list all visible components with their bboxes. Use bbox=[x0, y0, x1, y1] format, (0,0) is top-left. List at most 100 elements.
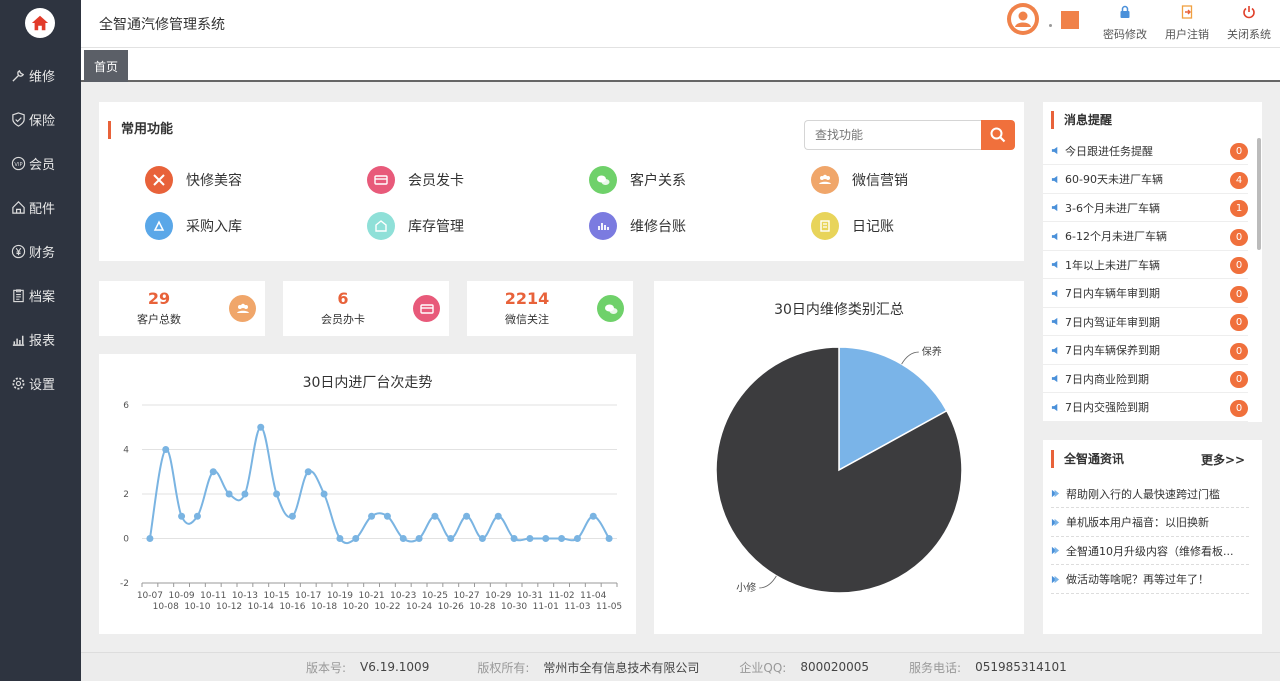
news-item[interactable]: 帮助刚入行的人最快速跨过门槛 bbox=[1051, 480, 1249, 508]
stat-card-wechat-followers[interactable]: 2214 微信关注 bbox=[467, 281, 633, 336]
func-inventory[interactable]: 库存管理 bbox=[367, 212, 464, 240]
data-point[interactable] bbox=[415, 535, 423, 542]
arrow-icon bbox=[1051, 546, 1060, 555]
sidebar-item-settings[interactable]: 设置 bbox=[0, 368, 81, 398]
sidebar-item-parts[interactable]: 配件 bbox=[0, 192, 81, 222]
sidebar-item-label: 报表 bbox=[29, 333, 56, 349]
tab-home[interactable]: 首页 bbox=[84, 50, 128, 82]
message-item[interactable]: 7日内商业险到期 0 bbox=[1043, 365, 1248, 393]
news-item[interactable]: 单机版本用户福音：以旧换新 bbox=[1051, 509, 1249, 537]
sidebar-item-finance[interactable]: 财务 bbox=[0, 236, 81, 266]
data-point[interactable] bbox=[494, 512, 502, 520]
message-item[interactable]: 1年以上未进厂车辆 0 bbox=[1043, 251, 1248, 279]
message-item[interactable]: 6-12个月未进厂车辆 0 bbox=[1043, 223, 1248, 251]
y-tick-label: 0 bbox=[123, 535, 129, 545]
inventory-icon bbox=[367, 212, 395, 240]
close-system-button[interactable]: 关闭系统 bbox=[1219, 2, 1279, 46]
data-point[interactable] bbox=[146, 535, 154, 542]
message-count-badge: 1 bbox=[1230, 200, 1248, 217]
sidebar-item-label: 会员 bbox=[29, 157, 56, 173]
news-title-text: 全智通10月升级内容（维修看板... bbox=[1066, 544, 1234, 558]
data-point[interactable] bbox=[478, 535, 486, 542]
data-point[interactable] bbox=[209, 468, 217, 476]
change-password-label: 密码修改 bbox=[1103, 28, 1147, 41]
func-wechat-marketing[interactable]: 微信营销 bbox=[811, 166, 908, 194]
stat-value: 2214 bbox=[504, 289, 550, 308]
data-point[interactable] bbox=[273, 490, 281, 498]
func-quick-repair[interactable]: 快修美容 bbox=[145, 166, 242, 194]
logout-button[interactable]: 用户注销 bbox=[1157, 2, 1217, 46]
x-tick-label: 10-28 bbox=[469, 602, 495, 612]
message-label: 3-6个月未进厂车辆 bbox=[1065, 201, 1160, 215]
data-point[interactable] bbox=[178, 512, 186, 520]
speaker-icon bbox=[1051, 289, 1060, 298]
sidebar-item-label: 保险 bbox=[29, 113, 56, 129]
x-tick-label: 11-05 bbox=[596, 602, 622, 612]
data-point[interactable] bbox=[304, 468, 312, 476]
stat-card-member-cards[interactable]: 6 会员办卡 bbox=[283, 281, 449, 336]
message-item[interactable]: 今日跟进任务提醒 0 bbox=[1043, 137, 1248, 165]
data-point[interactable] bbox=[510, 535, 518, 542]
data-point[interactable] bbox=[447, 535, 455, 542]
data-point[interactable] bbox=[257, 423, 265, 431]
message-item[interactable]: 3-6个月未进厂车辆 1 bbox=[1043, 194, 1248, 222]
func-purchase-inbound[interactable]: 采购入库 bbox=[145, 212, 242, 240]
data-point[interactable] bbox=[605, 535, 613, 542]
data-point[interactable] bbox=[431, 512, 439, 520]
function-search-input[interactable] bbox=[804, 120, 982, 150]
func-customer-relation[interactable]: 客户关系 bbox=[589, 166, 686, 194]
data-point[interactable] bbox=[526, 535, 534, 542]
data-point[interactable] bbox=[463, 512, 471, 520]
message-item[interactable]: 7日内车辆保养到期 0 bbox=[1043, 337, 1248, 365]
data-point[interactable] bbox=[558, 535, 566, 542]
data-point[interactable] bbox=[225, 490, 233, 498]
data-point[interactable] bbox=[368, 512, 376, 520]
x-tick-label: 10-17 bbox=[295, 591, 321, 601]
message-item[interactable]: 7日内交强险到期 0 bbox=[1043, 394, 1248, 422]
change-password-button[interactable]: 密码修改 bbox=[1095, 2, 1155, 46]
function-search-button[interactable] bbox=[981, 120, 1015, 150]
data-point[interactable] bbox=[542, 535, 550, 542]
data-point[interactable] bbox=[399, 535, 407, 542]
x-tick-label: 10-29 bbox=[485, 591, 511, 601]
home-button[interactable] bbox=[25, 8, 55, 38]
news-item[interactable]: 做活动等啥呢？再等过年了！ bbox=[1051, 566, 1249, 594]
message-item[interactable]: 60-90天未进厂车辆 4 bbox=[1043, 166, 1248, 194]
x-tick-label: 10-19 bbox=[327, 591, 353, 601]
message-count-badge: 0 bbox=[1230, 399, 1248, 417]
message-label: 60-90天未进厂车辆 bbox=[1065, 173, 1163, 186]
shield-icon bbox=[12, 111, 25, 127]
data-point[interactable] bbox=[589, 512, 597, 520]
message-item[interactable]: 7日内车辆年审到期 0 bbox=[1043, 280, 1248, 308]
func-member-card[interactable]: 会员发卡 bbox=[367, 166, 464, 194]
data-point[interactable] bbox=[288, 512, 296, 520]
sidebar-item-report[interactable]: 报表 bbox=[0, 324, 81, 354]
data-point[interactable] bbox=[573, 535, 581, 542]
stat-card-customers[interactable]: 29 客户总数 bbox=[99, 281, 265, 336]
data-point[interactable] bbox=[162, 446, 170, 453]
data-point[interactable] bbox=[320, 490, 328, 498]
message-item[interactable]: 7日内驾证年审到期 0 bbox=[1043, 308, 1248, 336]
stat-label: 会员办卡 bbox=[321, 313, 365, 326]
func-journal[interactable]: 日记账 bbox=[811, 212, 894, 240]
data-point[interactable] bbox=[241, 490, 249, 498]
data-point[interactable] bbox=[193, 512, 201, 520]
message-count-badge: 0 bbox=[1230, 228, 1248, 246]
sidebar-item-member[interactable]: VIP 会员 bbox=[0, 148, 81, 178]
speaker-icon bbox=[1051, 175, 1060, 184]
sidebar-item-repair[interactable]: 维修 bbox=[0, 60, 81, 90]
user-avatar[interactable] bbox=[1007, 3, 1039, 35]
data-point[interactable] bbox=[336, 535, 344, 542]
x-tick-label: 10-23 bbox=[390, 591, 416, 601]
data-point[interactable] bbox=[383, 512, 391, 520]
messages-scrollbar[interactable] bbox=[1257, 138, 1261, 250]
common-functions-panel: 常用功能 快修美容 会员发卡 客户关系 微信营销 采购入库 库存管理 维修台账 … bbox=[99, 102, 1024, 261]
news-more-link[interactable]: 更多>> bbox=[1201, 451, 1245, 468]
speaker-icon bbox=[1051, 317, 1060, 326]
sidebar-item-insurance[interactable]: 保险 bbox=[0, 104, 81, 134]
func-repair-ledger[interactable]: 维修台账 bbox=[589, 212, 686, 240]
sidebar-item-archive[interactable]: 档案 bbox=[0, 280, 81, 310]
data-point[interactable] bbox=[352, 535, 360, 542]
news-item[interactable]: 全智通10月升级内容（维修看板... bbox=[1051, 537, 1249, 565]
x-tick-label: 10-30 bbox=[501, 602, 527, 612]
